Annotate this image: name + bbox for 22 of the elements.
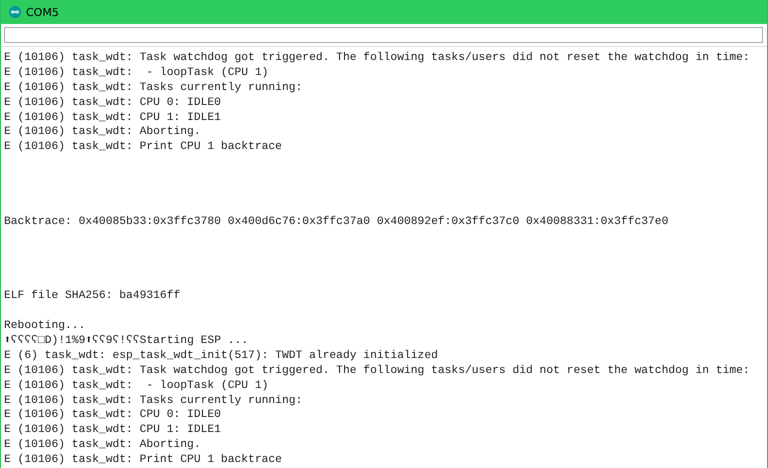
window-title: COM5 (26, 6, 59, 18)
log-line: Backtrace: 0x40085b33:0x3ffc3780 0x400d6c76:0x3ffc37a0 0x400892ef:0x3ffc37c0 0x40088331:0x3ffc37e0 (4, 214, 670, 230)
input-field[interactable] (4, 27, 763, 43)
log-line: E (10106) task_wdt: - loopTask (CPU 1) (4, 378, 270, 394)
log-line: E (10106) task_wdt: CPU 0: IDLE0 (4, 96, 222, 111)
log-line: E (10106) task_wdt: CPU 1: IDLE1 (4, 423, 222, 438)
log-line: E (10106) task_wdt: CPU 1: IDLE1 (4, 110, 222, 126)
log-line: E (10106) task_wdt: Task watchdog got triggered. The following tasks/users did not reset the watchdog in time: (4, 51, 751, 66)
log-line: E (10106) task_wdt: Tasks currently running: (4, 80, 304, 96)
log-line: E (10106) task_wdt: Task watchdog got triggered. The following tasks/users did not reset the watchdog in time: (4, 364, 751, 379)
log-line: Rebooting... (4, 319, 86, 334)
log-line: E (10106) task_wdt: Aborting. (4, 438, 202, 454)
infinity-logo-icon (9, 6, 21, 18)
log-line: E (10106) task_wdt: Print CPU 1 backtrace (4, 140, 283, 156)
log-line: ⬆ʕʕʕʕ□D)!1%9⬆ʕʕ9ʕ!ʕʕStarting ESP ... (4, 334, 250, 349)
log-line: E (10106) task_wdt: Tasks currently running: (4, 394, 304, 408)
log-line: E (10106) task_wdt: Aborting. (4, 125, 202, 140)
log-line: ELF file SHA256: ba49316ff (4, 289, 182, 304)
log-line: E (6) task_wdt: esp_task_wdt_init(517): TWDT already initialized (4, 348, 439, 364)
log-line: E (10106) task_wdt: Print CPU 1 backtrace (4, 453, 283, 468)
log-line: E (10106) task_wdt: - loopTask (CPU 1) (4, 66, 270, 81)
log-line: E (10106) task_wdt: CPU 0: IDLE0 (4, 408, 222, 424)
